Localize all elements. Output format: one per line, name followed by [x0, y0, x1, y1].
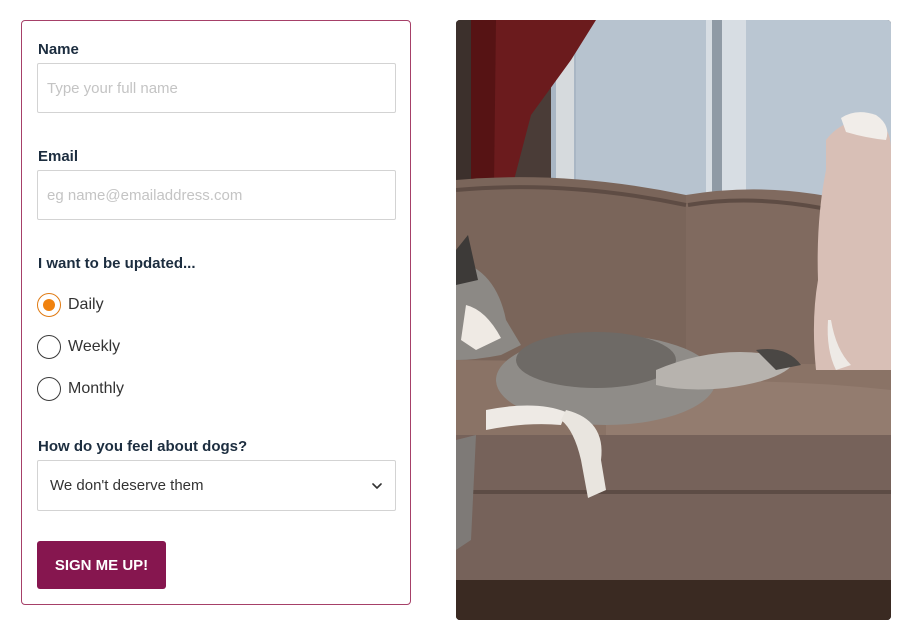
chevron-down-icon — [372, 482, 382, 489]
radio-label-weekly: Weekly — [68, 338, 121, 355]
radio-daily[interactable]: Daily — [37, 292, 104, 318]
email-label: Email — [38, 148, 79, 165]
updates-label: I want to be updated... — [38, 255, 196, 272]
radio-selected-dot — [43, 299, 55, 311]
radio-button-weekly[interactable] — [37, 335, 61, 359]
dogs-select[interactable]: We don't deserve them — [37, 460, 396, 511]
name-input[interactable] — [37, 63, 396, 113]
sign-up-button[interactable]: SIGN ME UP! — [37, 541, 166, 589]
radio-button-daily[interactable] — [37, 293, 61, 317]
dogs-on-couch-photo — [456, 20, 891, 620]
radio-button-monthly[interactable] — [37, 377, 61, 401]
radio-label-daily: Daily — [68, 296, 104, 313]
dogs-label: How do you feel about dogs? — [38, 438, 248, 455]
email-input[interactable] — [37, 170, 396, 220]
signup-form: Name Email I want to be updated... Daily… — [21, 20, 411, 605]
radio-monthly[interactable]: Monthly — [37, 376, 124, 402]
dogs-select-value: We don't deserve them — [50, 477, 204, 494]
name-label: Name — [38, 41, 79, 58]
radio-label-monthly: Monthly — [68, 380, 125, 397]
radio-weekly[interactable]: Weekly — [37, 334, 120, 360]
